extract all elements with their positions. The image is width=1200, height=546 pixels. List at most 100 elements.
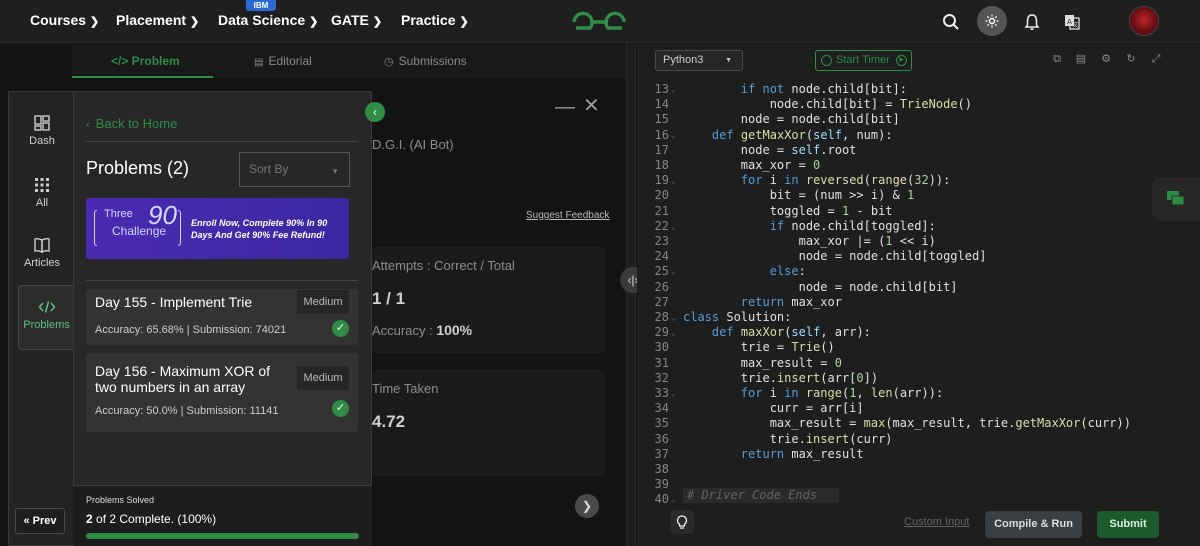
sort-by-select[interactable]: Sort By ▼ [239, 152, 350, 187]
nav-placement[interactable]: Placement ❯ [116, 12, 199, 28]
nav-placement-label: Placement [116, 12, 187, 28]
code-line: 27 return max_xor [637, 295, 1200, 310]
timer-icon [821, 55, 832, 66]
code-text: max_result = max(max_result, trie.getMax… [683, 416, 1131, 431]
code-line: 37 return max_result [637, 447, 1200, 462]
line-number: 25 [654, 264, 669, 279]
settings-icon[interactable]: ⚙ [1100, 53, 1112, 65]
line-number: 32 [654, 370, 669, 385]
line-number: 21 [654, 203, 669, 218]
chat-button[interactable] [1152, 177, 1200, 221]
line-number: 39 [654, 477, 669, 492]
back-to-home-link[interactable]: ‹ Back to Home [86, 116, 177, 131]
accuracy-value: 100% [436, 322, 473, 338]
line-number: 23 [654, 234, 669, 248]
sidebar-item-label: Articles [23, 257, 61, 269]
fold-chevron-icon[interactable]: ⌄ [671, 310, 676, 325]
collapse-panel-icon[interactable]: ‹ [365, 102, 385, 122]
code-line: 17 node = self.root [637, 143, 1200, 158]
sidebar-item-dash[interactable]: Dash [9, 114, 75, 147]
problems-solved-count: 2 of 2 Complete. (100%) [86, 512, 216, 526]
file-icon[interactable]: ▤ [1075, 53, 1087, 65]
sidebar-item-problems[interactable]: Problems [18, 285, 75, 350]
nav-gate[interactable]: GATE ❯ [331, 12, 382, 28]
user-avatar[interactable] [1129, 6, 1159, 36]
code-text: max_xor = 0 [683, 158, 821, 172]
code-text: node = self.root [683, 142, 857, 157]
pane-divider[interactable] [626, 44, 636, 546]
fold-chevron-icon[interactable]: ⌄ [671, 173, 676, 188]
language-value: Python3 [663, 54, 704, 66]
code-text: for i in reversed(range(32)): [740, 173, 951, 188]
line-number: 24 [654, 249, 669, 264]
compile-run-button[interactable]: Compile & Run [985, 511, 1082, 538]
minimize-icon[interactable]: — [555, 96, 575, 119]
code-line: 33 ⌄ for i in range(1, len(arr)): [637, 386, 1200, 401]
nav-practice[interactable]: Practice ❯ [401, 12, 469, 28]
line-number: 18 [654, 158, 669, 172]
code-text: trie.insert(curr) [683, 431, 893, 446]
fold-chevron-icon[interactable]: ⌄ [671, 82, 676, 97]
search-icon[interactable] [938, 9, 964, 35]
attempts-label: Attempts : Correct / Total [372, 258, 515, 273]
code-area[interactable]: 13 ⌄ if not node.child[bit]: 14 node.child… [637, 80, 1200, 510]
tab-problem[interactable]: </> Problem [111, 54, 180, 68]
code-line: 14 node.child[bit] = TrieNode() [637, 97, 1200, 112]
bell-icon[interactable] [1019, 9, 1045, 35]
lightbulb-icon[interactable] [670, 510, 694, 534]
tab-submissions[interactable]: ◷ Submissions [384, 54, 467, 68]
code-line: 29 ⌄ def maxXor(self, arr): [637, 325, 1200, 340]
copy-icon[interactable]: ⧉ [1051, 53, 1063, 65]
nav-courses[interactable]: Courses ❯ [30, 12, 99, 28]
sidebar-item-all[interactable]: All [9, 176, 75, 209]
reset-icon[interactable]: ↻ [1125, 53, 1137, 65]
line-number: 36 [654, 431, 669, 446]
gfg-logo[interactable] [570, 6, 628, 38]
fold-chevron-icon[interactable]: ⌄ [671, 264, 676, 279]
code-text: node = node.child[toggled] [683, 249, 987, 264]
line-number: 13 [654, 82, 669, 96]
problem-stats: Accuracy: 65.68% | Submission: 74021 [95, 324, 287, 336]
suggest-feedback-link[interactable]: Suggest Feedback [526, 210, 609, 221]
prev-button[interactable]: «Prev [15, 508, 65, 534]
submit-button[interactable]: Submit [1097, 511, 1159, 538]
sidebar-item-articles[interactable]: Articles [9, 236, 75, 269]
language-select[interactable]: Python3 ▼ [655, 50, 743, 71]
problem-card[interactable]: Day 155 - Implement Trie Medium Accuracy… [86, 289, 358, 345]
line-number: 27 [654, 294, 669, 309]
close-icon[interactable]: ✕ [583, 93, 600, 118]
difficulty-badge: Medium [297, 366, 349, 390]
fold-chevron-icon[interactable]: ⌄ [671, 128, 676, 143]
translate-icon[interactable]: A文 [1059, 9, 1085, 35]
start-timer-button[interactable]: Start Timer ▶ [815, 50, 912, 71]
solved-number: 2 [86, 512, 93, 526]
theme-toggle-icon[interactable] [977, 6, 1007, 36]
three-90-challenge-banner[interactable]: Three 90 Challenge Enroll Now, Complete … [86, 198, 349, 259]
fold-chevron-icon[interactable]: ⌄ [671, 386, 676, 401]
chevron-down-icon: ❯ [372, 16, 383, 28]
tab-editorial[interactable]: ▤ Editorial [254, 54, 312, 68]
next-arrow-icon[interactable]: ❯ [575, 494, 599, 518]
code-text: else: [769, 264, 806, 279]
code-line: 13 ⌄ if not node.child[bit]: [637, 82, 1200, 97]
code-line: 31 max_result = 0 [637, 356, 1200, 371]
code-text: return max_result [740, 446, 864, 461]
custom-input-link[interactable]: Custom Input [904, 516, 969, 528]
nav-data-science[interactable]: Data Science ❯ [218, 12, 318, 28]
divider [86, 280, 358, 281]
solved-check-icon: ✓ [332, 400, 349, 417]
code-line: 19 ⌄ for i in reversed(range(32)): [637, 173, 1200, 188]
code-line: 35 max_result = max(max_result, trie.get… [637, 416, 1200, 431]
tab-submissions-label: Submissions [398, 54, 467, 68]
start-timer-label: Start Timer [836, 54, 890, 66]
code-line: 36 trie.insert(curr) [637, 432, 1200, 447]
code-text: curr = arr[i] [683, 401, 864, 416]
fold-chevron-icon[interactable]: ⌄ [671, 325, 676, 340]
banner-three: Three [104, 208, 133, 220]
line-number: 26 [654, 279, 669, 294]
fullscreen-icon[interactable]: ⤢ [1150, 53, 1162, 65]
problem-card[interactable]: Day 156 - Maximum XOR of two numbers in … [86, 353, 358, 432]
fold-chevron-icon[interactable]: ⌄ [671, 219, 676, 234]
code-line: 30 trie = Trie() [637, 340, 1200, 355]
code-text: return max_xor [740, 294, 842, 309]
